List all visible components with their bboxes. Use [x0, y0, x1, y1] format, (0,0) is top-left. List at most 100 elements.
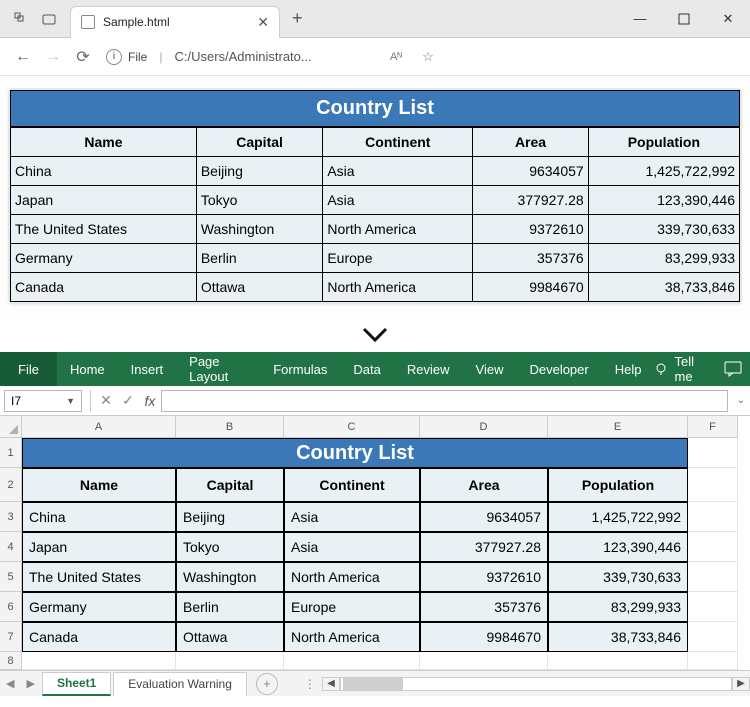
- row-header[interactable]: 8: [0, 652, 22, 670]
- cell[interactable]: 38,733,846: [548, 622, 688, 652]
- sheet-tab-evaluation-warning[interactable]: Evaluation Warning: [113, 672, 247, 696]
- cell[interactable]: [548, 652, 688, 670]
- browser-tab[interactable]: Sample.html ✕: [70, 6, 280, 38]
- cell[interactable]: 83,299,933: [548, 592, 688, 622]
- cell-header[interactable]: Continent: [284, 468, 420, 502]
- cell[interactable]: 357376: [420, 592, 548, 622]
- horizontal-scrollbar[interactable]: [340, 677, 732, 691]
- cell-header[interactable]: Population: [548, 468, 688, 502]
- ribbon-tab-help[interactable]: Help: [602, 352, 655, 386]
- merged-title-cell[interactable]: Country List: [22, 438, 688, 468]
- cell[interactable]: 9984670: [420, 622, 548, 652]
- refresh-button[interactable]: ⟳: [68, 42, 98, 72]
- scroll-left-button[interactable]: ◀: [322, 677, 340, 691]
- cell[interactable]: Washington: [176, 562, 284, 592]
- col-header[interactable]: C: [284, 416, 420, 438]
- cell[interactable]: [688, 562, 738, 592]
- col-header[interactable]: D: [420, 416, 548, 438]
- tell-me-button[interactable]: Tell me: [674, 354, 700, 384]
- new-sheet-button[interactable]: +: [256, 673, 278, 695]
- cell[interactable]: [176, 652, 284, 670]
- cell[interactable]: Asia: [284, 532, 420, 562]
- cell[interactable]: Japan: [22, 532, 176, 562]
- cell[interactable]: 123,390,446: [548, 532, 688, 562]
- reader-mode-button[interactable]: Aᴺ: [382, 43, 410, 71]
- cell-header[interactable]: Capital: [176, 468, 284, 502]
- expand-formula-bar-icon[interactable]: ⌄: [732, 395, 750, 406]
- favorite-button[interactable]: ☆: [414, 43, 442, 71]
- window-minimize-button[interactable]: —: [618, 0, 662, 38]
- ribbon-tab-view[interactable]: View: [463, 352, 517, 386]
- chevron-down-icon[interactable]: ▼: [66, 396, 75, 406]
- comments-icon[interactable]: [724, 361, 742, 377]
- col-header[interactable]: F: [688, 416, 738, 438]
- cell[interactable]: [284, 652, 420, 670]
- cell[interactable]: [688, 502, 738, 532]
- enter-formula-button[interactable]: ✓: [117, 390, 139, 412]
- scroll-thumb[interactable]: [343, 678, 403, 690]
- cell[interactable]: Beijing: [176, 502, 284, 532]
- row-header[interactable]: 3: [0, 502, 22, 532]
- ribbon-tab-review[interactable]: Review: [394, 352, 463, 386]
- col-header[interactable]: E: [548, 416, 688, 438]
- cell[interactable]: 339,730,633: [548, 562, 688, 592]
- site-info-icon[interactable]: i: [106, 49, 122, 65]
- row-header[interactable]: 6: [0, 592, 22, 622]
- row-header[interactable]: 7: [0, 622, 22, 652]
- cell[interactable]: Europe: [284, 592, 420, 622]
- row-header[interactable]: 1: [0, 438, 22, 468]
- workspace-icon[interactable]: [12, 10, 30, 28]
- row-header[interactable]: 5: [0, 562, 22, 592]
- cancel-formula-button[interactable]: ✕: [95, 390, 117, 412]
- cell[interactable]: [688, 468, 738, 502]
- fx-button[interactable]: fx: [139, 390, 161, 412]
- cell[interactable]: 9634057: [420, 502, 548, 532]
- window-close-button[interactable]: ✕: [706, 0, 750, 38]
- col-header[interactable]: A: [22, 416, 176, 438]
- tabs-icon[interactable]: [40, 10, 58, 28]
- name-box[interactable]: I7 ▼: [4, 390, 82, 412]
- url-box[interactable]: i File | C:/Users/Administrato...: [106, 49, 312, 65]
- sheet-tab-sheet1[interactable]: Sheet1: [42, 672, 111, 696]
- cell-header[interactable]: Area: [420, 468, 548, 502]
- cell[interactable]: [22, 652, 176, 670]
- formula-input[interactable]: [161, 390, 728, 412]
- cell[interactable]: [420, 652, 548, 670]
- col-header[interactable]: B: [176, 416, 284, 438]
- new-tab-button[interactable]: +: [280, 8, 315, 29]
- ribbon-tab-formulas[interactable]: Formulas: [260, 352, 340, 386]
- cell[interactable]: Berlin: [176, 592, 284, 622]
- close-tab-icon[interactable]: ✕: [257, 14, 269, 31]
- cell[interactable]: China: [22, 502, 176, 532]
- cell[interactable]: [688, 438, 738, 468]
- ribbon-tab-developer[interactable]: Developer: [516, 352, 601, 386]
- ribbon-tab-home[interactable]: Home: [57, 352, 118, 386]
- cell[interactable]: 377927.28: [420, 532, 548, 562]
- cell[interactable]: [688, 592, 738, 622]
- row-header[interactable]: 4: [0, 532, 22, 562]
- cell[interactable]: North America: [284, 562, 420, 592]
- cell[interactable]: Ottawa: [176, 622, 284, 652]
- row-header[interactable]: 2: [0, 468, 22, 502]
- cell-header[interactable]: Name: [22, 468, 176, 502]
- cell[interactable]: The United States: [22, 562, 176, 592]
- cell[interactable]: 9372610: [420, 562, 548, 592]
- cell[interactable]: North America: [284, 622, 420, 652]
- cell[interactable]: Germany: [22, 592, 176, 622]
- window-maximize-button[interactable]: [662, 0, 706, 38]
- cell[interactable]: [688, 652, 738, 670]
- sheet-nav-prev[interactable]: ◀: [0, 677, 20, 690]
- cell[interactable]: Asia: [284, 502, 420, 532]
- cell[interactable]: 1,425,722,992: [548, 502, 688, 532]
- cell[interactable]: Tokyo: [176, 532, 284, 562]
- ribbon-tab-insert[interactable]: Insert: [118, 352, 177, 386]
- ribbon-tab-data[interactable]: Data: [340, 352, 393, 386]
- cell[interactable]: Canada: [22, 622, 176, 652]
- ribbon-tab-file[interactable]: File: [0, 352, 57, 386]
- select-all-corner[interactable]: [0, 416, 22, 438]
- back-button[interactable]: ←: [8, 42, 38, 72]
- cell[interactable]: [688, 622, 738, 652]
- scroll-right-button[interactable]: ▶: [732, 677, 750, 691]
- cell[interactable]: [688, 532, 738, 562]
- ribbon-tab-page-layout[interactable]: Page Layout: [176, 352, 260, 386]
